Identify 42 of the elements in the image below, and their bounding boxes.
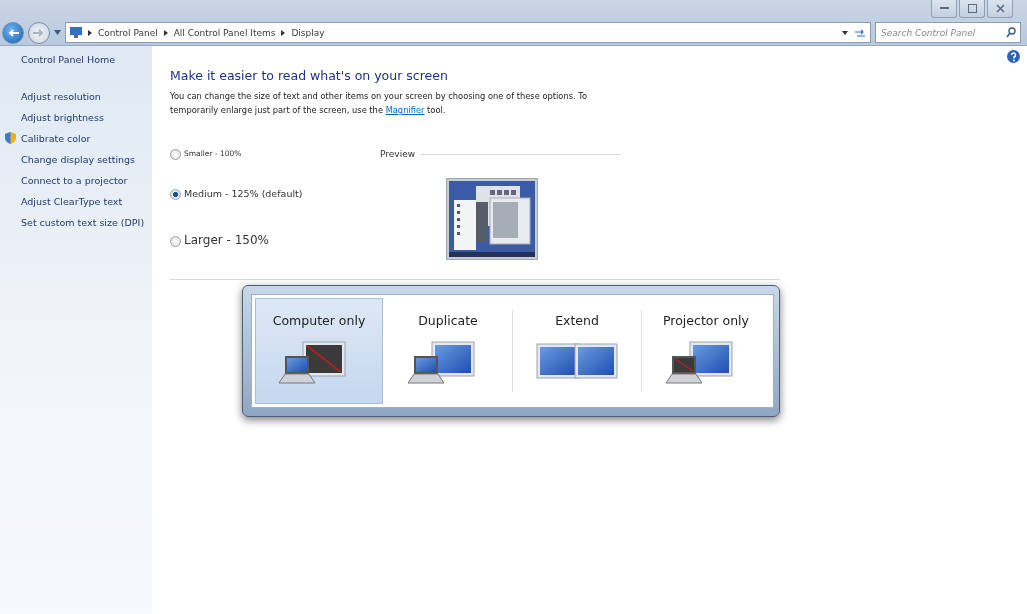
page-heading: Make it easier to read what's on your screen [170,68,449,83]
sidebar-link[interactable]: Connect to a projector [0,170,152,191]
minimize-icon [939,7,949,10]
close-icon [995,4,1005,13]
dropdown-arrow-icon[interactable] [842,30,848,35]
display-mode-option[interactable]: Extend [513,298,641,404]
chevron-icon [281,29,286,36]
display-mode-option[interactable]: Projector only [642,298,770,404]
close-button[interactable] [987,0,1013,18]
chevron-icon [88,29,92,36]
chevron-icon [163,29,168,36]
sidebar-link[interactable]: Adjust ClearType text [0,191,152,212]
display-mode-option[interactable]: Duplicate [384,298,512,404]
minimize-button[interactable] [931,0,957,18]
sidebar-link[interactable]: Adjust brightness [0,107,152,128]
help-icon[interactable] [1007,50,1020,63]
restore-button[interactable] [959,0,985,18]
restore-icon [967,4,977,13]
radio-button[interactable] [170,189,181,200]
display-mode-option[interactable]: Computer only [255,298,383,404]
magnifier-link[interactable]: Magnifier [385,105,425,115]
size-option[interactable]: Medium - 125% (default) [170,188,370,233]
refresh-icon[interactable] [854,27,866,38]
search-icon[interactable] [1006,27,1016,38]
sidebar-link[interactable]: Set custom text size (DPI) [0,212,152,233]
monitor-icon [70,27,82,38]
radio-button[interactable] [170,236,181,247]
forward-button[interactable] [28,21,50,44]
description-text: You can change the size of text and other items on your screen by choosing one of these options. To temporarily enlarge just part of the screen, use the Magnifier tool. [170,90,588,117]
preview-label: Preview [380,149,416,159]
back-button[interactable] [2,21,24,44]
breadcrumb[interactable]: All Control Panel Items [173,27,276,38]
sidebar-link[interactable]: Calibrate color [0,128,152,149]
sidebar-link[interactable]: Change display settings [0,149,152,170]
size-option[interactable]: Larger - 150% [170,233,370,273]
search-field[interactable]: Search Control Panel [875,22,1021,43]
breadcrumb[interactable]: Display [291,27,325,38]
radio-button[interactable] [170,149,181,160]
sidebar-link[interactable]: Control Panel Home [21,54,152,65]
address-bar[interactable]: Control Panel All Control Panel Items Display [65,22,871,43]
breadcrumb[interactable]: Control Panel [98,27,158,38]
sidebar-link[interactable]: Adjust resolution [0,86,152,107]
